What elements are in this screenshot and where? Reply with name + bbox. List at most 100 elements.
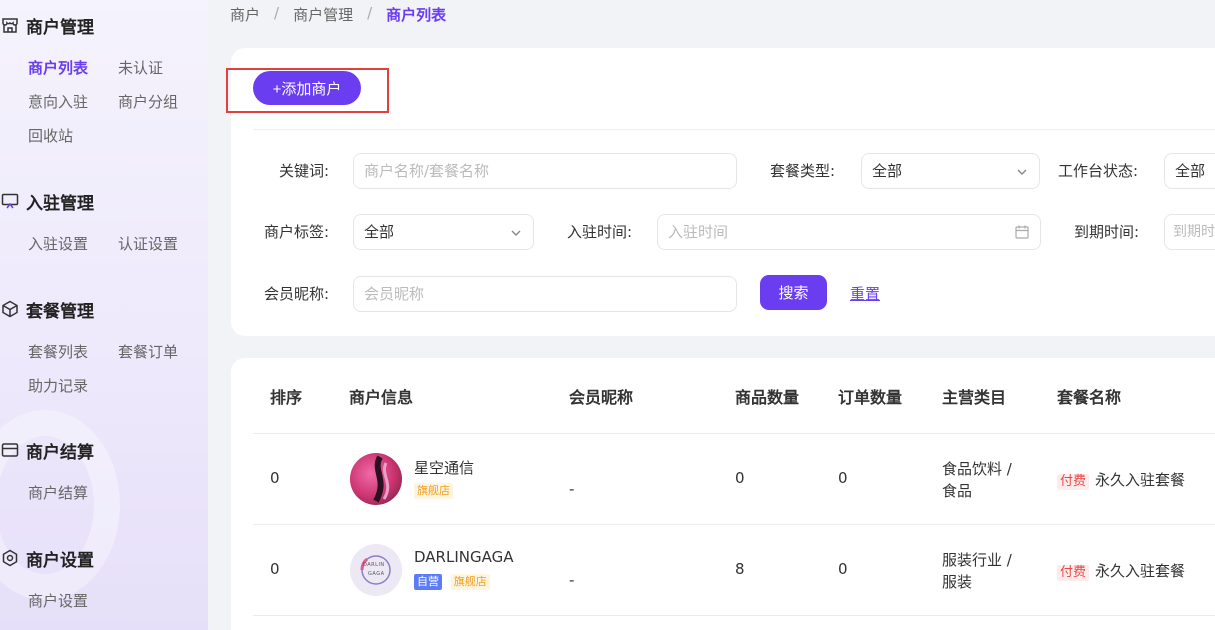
breadcrumb-separator: / (274, 4, 280, 22)
sidebar-group-plan-management: 套餐管理 套餐列表 套餐订单 助力记录 (0, 297, 208, 397)
sidebar-group-title[interactable]: 商户设置 (0, 546, 208, 571)
join-time-placeholder: 入驻时间 (668, 223, 729, 241)
gear-icon (0, 548, 20, 568)
merchant-name[interactable]: 星空通信 (414, 457, 474, 478)
column-header-member-nickname: 会员昵称 (569, 388, 634, 407)
sidebar-group-merchant-management: 商户管理 商户列表 未认证 意向入驻 商户分组 回收站 (0, 13, 208, 147)
cell-order-count: 0 (838, 469, 848, 487)
search-button[interactable]: 搜索 (760, 275, 827, 310)
flagship-badge: 旗舰店 (414, 483, 453, 499)
divider (253, 129, 1215, 130)
cell-sort: 0 (270, 560, 280, 578)
sidebar-item-unverified[interactable]: 未认证 (118, 57, 208, 79)
sidebar-group-join-management: 入驻管理 入驻设置 认证设置 (0, 189, 208, 255)
sidebar-item-merchant-list[interactable]: 商户列表 (28, 57, 118, 79)
column-header-goods-count: 商品数量 (735, 388, 800, 407)
column-header-order-count: 订单数量 (838, 388, 903, 407)
plan-name: 永久入驻套餐 (1095, 562, 1186, 580)
sidebar-group-title[interactable]: 套餐管理 (0, 297, 208, 322)
sidebar-item-intended-join[interactable]: 意向入驻 (28, 91, 118, 113)
sidebar: 商户管理 商户列表 未认证 意向入驻 商户分组 回收站 入驻管理 入驻设置 认证… (0, 0, 208, 630)
cell-category-line2: 食品 (942, 482, 973, 500)
cell-plan-name: 付费 永久入驻套餐 (1057, 469, 1185, 490)
wallet-icon (0, 440, 20, 460)
keyword-input[interactable]: 商户名称/套餐名称 (353, 153, 737, 189)
column-header-plan-name: 套餐名称 (1057, 388, 1122, 407)
flagship-badge: 旗舰店 (450, 574, 490, 590)
sidebar-group-label: 商户管理 (26, 17, 94, 38)
workbench-status-label: 工作台状态: (1058, 162, 1139, 180)
plan-type-value: 全部 (872, 162, 903, 180)
column-header-sort: 排序 (270, 388, 303, 407)
avatar-logo-text: DARLIN (363, 562, 385, 568)
cell-category-line1: 食品饮料 / (942, 460, 1012, 478)
add-merchant-button[interactable]: +添加商户 (253, 71, 361, 105)
sidebar-item-boost-records[interactable]: 助力记录 (28, 375, 118, 397)
sidebar-group-title[interactable]: 入驻管理 (0, 189, 208, 214)
member-nickname-label: 会员昵称: (264, 285, 330, 303)
expire-time-label: 到期时间: (1074, 223, 1140, 241)
avatar-logo-text: GAGA (368, 571, 385, 577)
calendar-icon (1015, 225, 1029, 239)
sidebar-group-label: 入驻管理 (26, 193, 94, 214)
cell-plan-name: 付费 永久入驻套餐 (1057, 560, 1185, 581)
display-icon (0, 191, 20, 211)
sidebar-item-plan-list[interactable]: 套餐列表 (28, 341, 118, 363)
workbench-status-select[interactable]: 全部 (1164, 153, 1215, 189)
reset-link[interactable]: 重置 (850, 283, 880, 304)
chevron-down-icon (511, 230, 521, 236)
sidebar-item-verify-settings[interactable]: 认证设置 (118, 233, 208, 255)
cell-sort: 0 (270, 469, 280, 487)
cell-category-line2: 服装 (942, 573, 973, 591)
paid-badge: 付费 (1057, 474, 1090, 490)
workbench-status-value: 全部 (1175, 162, 1206, 180)
self-operated-badge: 自营 (414, 574, 442, 590)
merchant-tag-label: 商户标签: (264, 223, 330, 241)
expire-time-picker[interactable]: 到期时间 (1164, 214, 1215, 250)
cube-icon (0, 299, 20, 319)
store-icon (0, 15, 20, 35)
merchant-tags: 自营 旗舰店 (414, 571, 494, 590)
plan-type-select[interactable]: 全部 (861, 153, 1040, 189)
breadcrumb-current: 商户列表 (386, 6, 447, 24)
cell-goods-count: 0 (735, 469, 745, 487)
cell-order-count: 0 (838, 560, 848, 578)
sidebar-item-plan-orders[interactable]: 套餐订单 (118, 341, 208, 363)
paid-badge: 付费 (1057, 565, 1090, 581)
sidebar-item-settlement[interactable]: 商户结算 (28, 482, 118, 504)
cell-goods-count: 8 (735, 560, 745, 578)
sidebar-group-label: 套餐管理 (26, 301, 94, 322)
sidebar-item-join-settings[interactable]: 入驻设置 (28, 233, 118, 255)
merchant-tag-value: 全部 (364, 223, 395, 241)
join-time-picker[interactable]: 入驻时间 (657, 214, 1041, 250)
cell-category-line1: 服装行业 / (942, 551, 1012, 569)
row-divider (253, 615, 1215, 616)
sidebar-group-title[interactable]: 商户结算 (0, 438, 208, 463)
merchant-tags: 旗舰店 (414, 480, 457, 499)
column-header-merchant-info: 商户信息 (349, 388, 414, 407)
merchant-tag-select[interactable]: 全部 (353, 214, 534, 250)
sidebar-group-title[interactable]: 商户管理 (0, 13, 208, 38)
avatar: DARLIN GAGA (350, 544, 402, 596)
breadcrumb-separator: / (367, 4, 373, 22)
cell-member-nickname: - (569, 571, 575, 589)
sidebar-group-merchant-settings: 商户设置 商户设置 (0, 546, 208, 612)
member-nickname-input[interactable]: 会员昵称 (353, 276, 737, 312)
breadcrumb-item[interactable]: 商户 (230, 4, 260, 25)
sidebar-group-label: 商户设置 (26, 550, 94, 571)
plan-type-label: 套餐类型: (770, 162, 836, 180)
breadcrumb-item[interactable]: 商户管理 (293, 4, 353, 25)
chevron-down-icon (1017, 169, 1027, 175)
join-time-label: 入驻时间: (567, 223, 633, 241)
cell-member-nickname: - (569, 480, 575, 498)
sidebar-group-settlement: 商户结算 商户结算 (0, 438, 208, 504)
sidebar-group-label: 商户结算 (26, 442, 94, 463)
column-header-main-category: 主营类目 (942, 388, 1007, 407)
plan-name: 永久入驻套餐 (1095, 471, 1186, 489)
sidebar-item-merchant-settings[interactable]: 商户设置 (28, 590, 118, 612)
sidebar-item-merchant-groups[interactable]: 商户分组 (118, 91, 208, 113)
sidebar-item-recycle-bin[interactable]: 回收站 (28, 125, 118, 147)
row-divider (253, 524, 1215, 525)
merchant-name[interactable]: DARLINGAGA (414, 548, 513, 566)
breadcrumb: 商户 / 商户管理 / 商户列表 (230, 4, 446, 25)
